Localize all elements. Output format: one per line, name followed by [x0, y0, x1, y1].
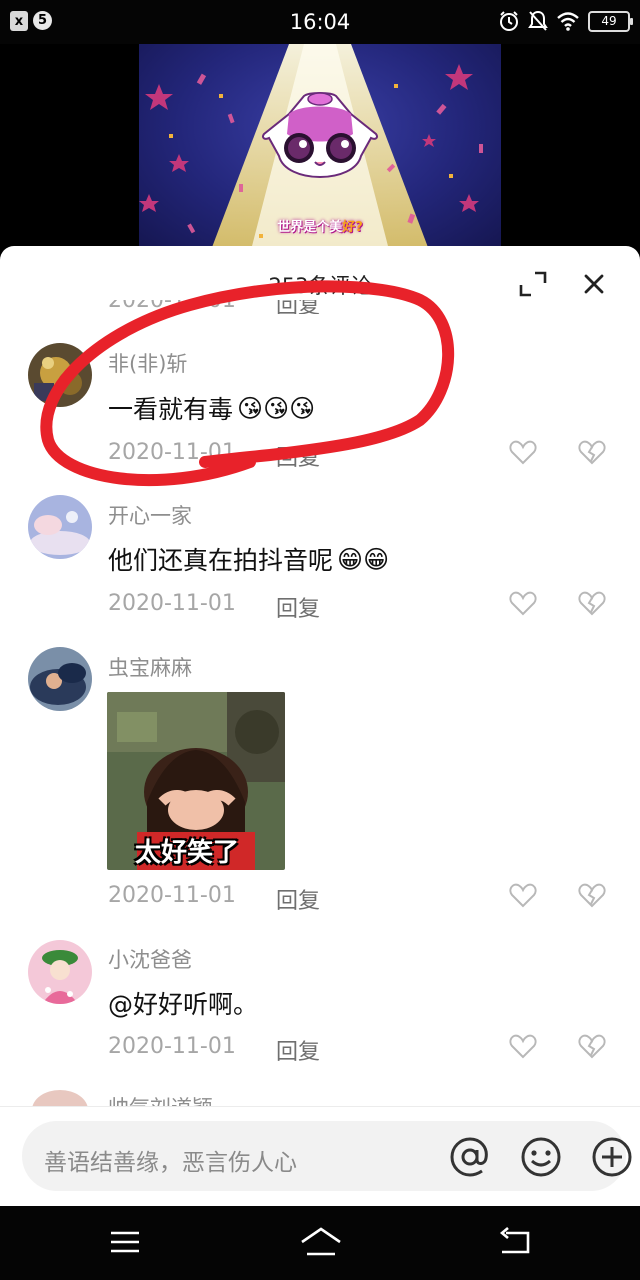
video-player[interactable]: 世界是个美好?: [139, 44, 501, 250]
comment-body: 一看就有毒: [108, 395, 234, 424]
comment-sticker-image[interactable]: 太好笑了: [107, 692, 285, 870]
comment-text: 他们还真在拍抖音呢 😁😁: [108, 541, 389, 577]
menu-icon[interactable]: [105, 1224, 145, 1260]
peek-reply: 回复: [276, 300, 321, 314]
caption-part-3: 好?: [342, 220, 363, 235]
comment-username[interactable]: 开心一家: [108, 500, 192, 530]
like-heart-icon[interactable]: [509, 882, 537, 908]
caption-part-2: 是个美: [303, 220, 343, 235]
previous-comment-peek: 2020-11-01 回复: [0, 300, 640, 314]
next-comment-peek: 帅气刘道颖: [0, 1090, 640, 1106]
emoji-smile-icon[interactable]: [519, 1135, 563, 1179]
sticker-text: 太好笑了: [135, 838, 240, 868]
video-caption: 世界是个美好?: [139, 216, 501, 235]
comment-emoji: 😘😘😘: [237, 393, 316, 423]
comment-body: 他们还真在拍抖音呢: [108, 546, 334, 575]
dislike-broken-heart-icon[interactable]: [578, 1033, 606, 1059]
comment-text: 一看就有毒 😘😘😘: [108, 390, 315, 426]
expand-icon[interactable]: [517, 270, 549, 298]
comment-input[interactable]: 善语结善缘，恶言伤人心: [22, 1121, 632, 1191]
back-icon[interactable]: [496, 1224, 536, 1260]
reply-button[interactable]: 回复: [276, 1034, 320, 1066]
dislike-broken-heart-icon[interactable]: [578, 439, 606, 465]
peek-date: 2020-11-01: [108, 300, 236, 313]
comment-username[interactable]: 小沈爸爸: [108, 944, 192, 974]
comment-username[interactable]: 帅气刘道颖: [108, 1092, 213, 1106]
dislike-broken-heart-icon[interactable]: [578, 590, 606, 616]
comment-emoji: 😁😁: [337, 544, 390, 574]
comment-date: 2020-11-01: [108, 591, 236, 616]
status-bar: x 5 16:04 49: [0, 0, 640, 44]
avatar[interactable]: [32, 1090, 88, 1106]
reply-button[interactable]: 回复: [276, 440, 320, 472]
comment-date: 2020-11-01: [108, 440, 236, 465]
reply-button[interactable]: 回复: [276, 883, 320, 915]
avatar[interactable]: [28, 343, 92, 407]
comment-username[interactable]: 非(非)斩: [108, 348, 187, 378]
comment-username[interactable]: 虫宝麻麻: [108, 652, 192, 682]
mute-icon: [528, 10, 548, 31]
comment-body: @好好听啊。: [108, 990, 259, 1019]
avatar[interactable]: [28, 940, 92, 1004]
comment-date: 2020-11-01: [108, 883, 236, 908]
battery-icon: 49: [588, 10, 633, 32]
mention-at-icon[interactable]: [448, 1135, 492, 1179]
caption-part-1: 世界: [277, 220, 304, 235]
reply-button[interactable]: 回复: [276, 591, 320, 623]
like-heart-icon[interactable]: [509, 590, 537, 616]
add-plus-icon[interactable]: [590, 1135, 634, 1179]
like-heart-icon[interactable]: [509, 439, 537, 465]
close-icon[interactable]: [578, 268, 610, 300]
comment-input-bar: 善语结善缘，恶言伤人心: [0, 1106, 640, 1207]
avatar[interactable]: [28, 495, 92, 559]
avatar[interactable]: [28, 647, 92, 711]
status-right: 49: [498, 10, 633, 32]
comment-input-placeholder: 善语结善缘，恶言伤人心: [44, 1150, 297, 1176]
alarm-icon: [500, 11, 518, 31]
dislike-broken-heart-icon[interactable]: [578, 882, 606, 908]
comment-text: @好好听啊。: [108, 985, 258, 1021]
system-nav-bar: [0, 1206, 640, 1280]
home-icon[interactable]: [299, 1224, 343, 1260]
comment-date: 2020-11-01: [108, 1034, 236, 1059]
like-heart-icon[interactable]: [509, 1033, 537, 1059]
wifi-icon: [557, 12, 579, 31]
